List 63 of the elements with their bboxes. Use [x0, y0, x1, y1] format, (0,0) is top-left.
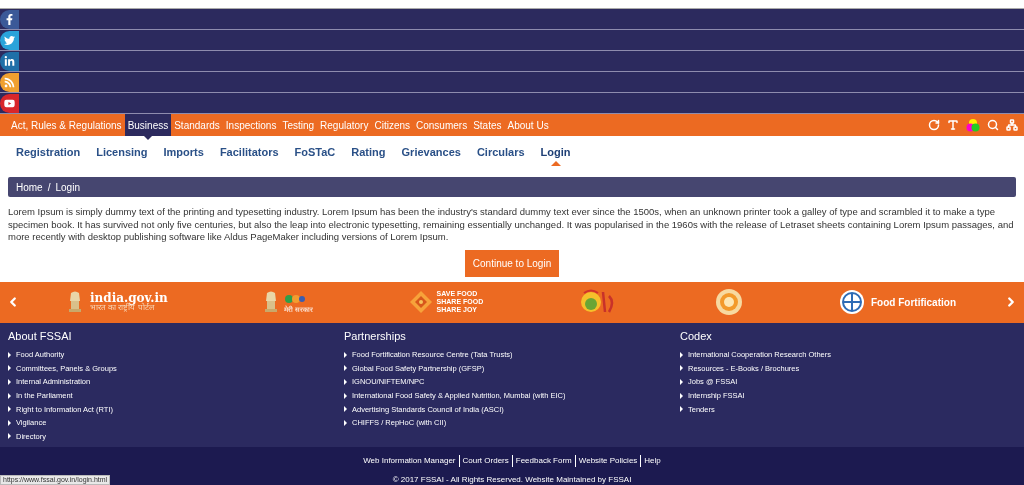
- bullet-icon: [344, 379, 347, 385]
- twitter-icon[interactable]: [0, 30, 19, 50]
- fortification-title: Food Fortification: [871, 295, 956, 310]
- sub-nav-link[interactable]: Facilitators: [219, 136, 279, 166]
- breadcrumb-separator: /: [47, 180, 51, 195]
- intro-paragraph: Lorem Ipsum is simply dummy text of the printing and typesetting industry. Lorem Ipsum has been the industry's standard dummy text ever since the 1500s, when an unknown printer took a galley of type and scrambled it to make a type specimen book. It has survived not only five centuries, but also the leap into electronic typesetting, remaining essentially unchanged. It was popularised in the 1960s with the release of Letraset sheets containing Lorem Ipsum passages, and more recently with desktop publishing software like Aldus PageMaker including versions of Lorem Ipsum.: [7, 205, 1015, 244]
- social-bar[interactable]: [0, 30, 1024, 51]
- bullet-icon: [344, 392, 347, 399]
- social-bar[interactable]: [0, 93, 1024, 114]
- social-bar[interactable]: [0, 72, 1024, 93]
- bullet-icon: [8, 392, 11, 399]
- bottom-link[interactable]: Help: [640, 454, 664, 467]
- bullet-icon: [8, 365, 11, 372]
- color-contrast-icon[interactable]: [966, 118, 980, 132]
- social-bar[interactable]: [0, 51, 1024, 72]
- social-bar[interactable]: [0, 9, 1024, 30]
- rss-icon[interactable]: [0, 72, 19, 92]
- bullet-icon: [344, 351, 347, 358]
- portal-title: india.gov.in: [89, 292, 168, 304]
- sub-nav-link[interactable]: Circulars: [476, 136, 525, 166]
- sub-nav-link[interactable]: Licensing: [96, 136, 148, 166]
- refresh-icon[interactable]: [928, 119, 940, 131]
- bottom-link[interactable]: Web Information Manager: [360, 454, 459, 467]
- sub-nav-link[interactable]: Imports: [163, 136, 204, 166]
- bullet-icon: [344, 406, 347, 413]
- copyright-text: © 2017 FSSAI - All Rights Reserved. Website Maintained by FSSAI: [392, 473, 632, 485]
- portal-subtitle: भारत का राष्ट्रीय पोर्टल: [89, 304, 155, 312]
- footer-heading: Partnerships: [344, 328, 407, 344]
- bullet-icon: [680, 351, 683, 358]
- sub-nav-link[interactable]: Login: [540, 136, 571, 166]
- sub-nav-link[interactable]: FoSTaC: [294, 136, 336, 166]
- bullet-icon: [8, 379, 11, 385]
- sub-nav-link[interactable]: Rating: [351, 136, 386, 166]
- bullet-icon: [8, 351, 11, 358]
- bullet-icon: [344, 365, 347, 372]
- search-icon[interactable]: [987, 119, 999, 131]
- text-size-icon[interactable]: [947, 119, 959, 131]
- breadcrumb-link[interactable]: Login: [55, 179, 80, 195]
- bottom-link[interactable]: Website Policies: [574, 454, 641, 467]
- breadcrumb-link[interactable]: Home: [16, 179, 43, 195]
- sitemap-icon[interactable]: [1006, 119, 1018, 131]
- fortification-logo-icon: [839, 289, 865, 315]
- bullet-icon: [680, 406, 683, 413]
- youtube-icon[interactable]: [0, 93, 19, 113]
- bottom-link[interactable]: Feedback Form: [511, 454, 575, 467]
- bullet-icon: [8, 419, 11, 426]
- bullet-icon: [8, 406, 11, 413]
- footer-heading: Codex: [680, 328, 713, 344]
- sub-nav-link[interactable]: Grievances: [401, 136, 461, 166]
- seal-icon: [715, 288, 744, 316]
- facebook-icon[interactable]: [0, 9, 19, 29]
- bullet-icon: [680, 392, 683, 399]
- footer-heading: About FSSAI: [8, 328, 73, 344]
- bullet-icon: [680, 365, 683, 372]
- sub-nav-link[interactable]: Registration: [16, 136, 81, 166]
- linkedin-icon[interactable]: [0, 51, 19, 71]
- bottom-link[interactable]: Court Orders: [458, 454, 512, 467]
- emblem-icon: [263, 291, 278, 313]
- bullet-icon: [344, 419, 347, 426]
- pattern-logo-icon: [408, 290, 433, 314]
- bullet-icon: [8, 433, 11, 440]
- bullet-icon: [680, 379, 683, 385]
- emblem-icon: [67, 291, 82, 313]
